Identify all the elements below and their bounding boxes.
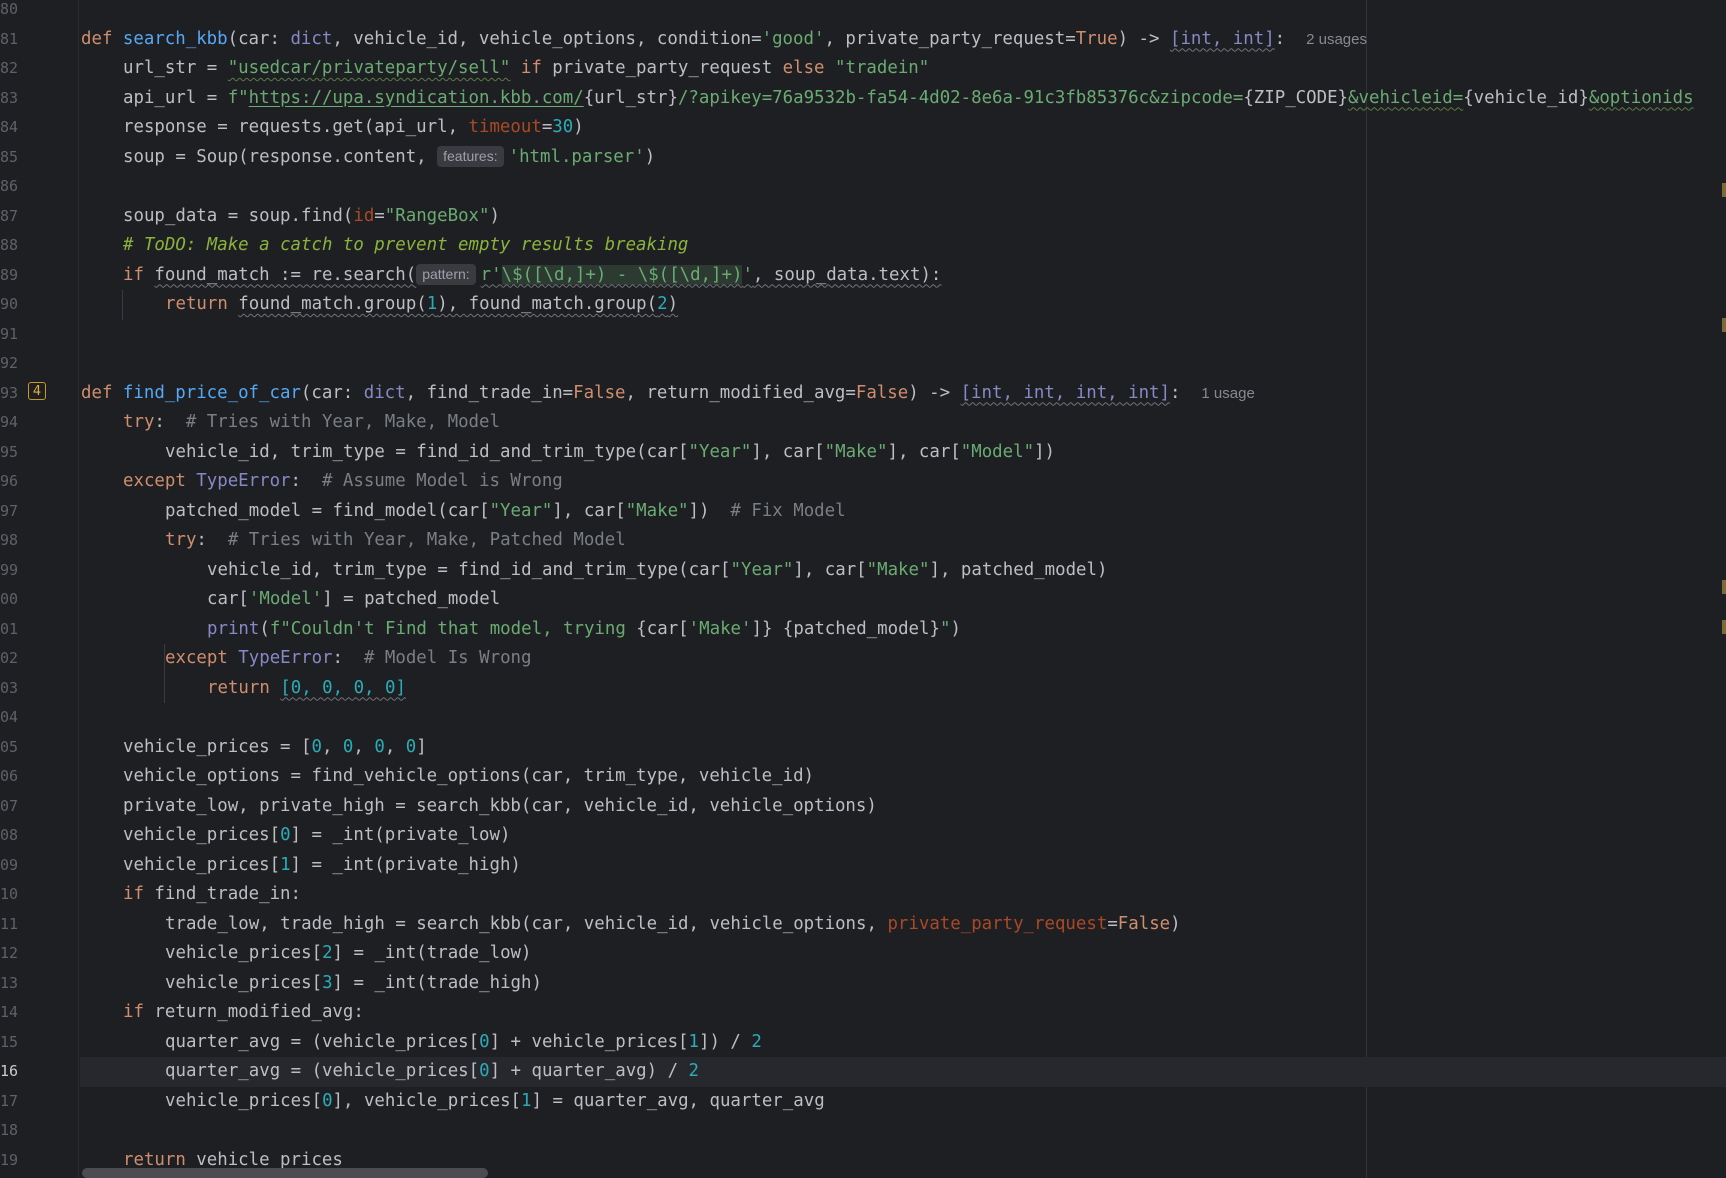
error-stripe-marker[interactable] [1722, 580, 1726, 594]
api-url-link[interactable]: https://upa.syndication.kbb.com/ [249, 88, 584, 108]
code-line[interactable]: patched_model = find_model(car["Year"], … [165, 497, 846, 527]
code-line[interactable]: if return_modified_avg: [123, 998, 364, 1028]
line-number: 88 [0, 236, 19, 254]
line-number: 03 [0, 678, 19, 697]
horizontal-scrollbar-thumb[interactable] [82, 1168, 488, 1178]
code-line[interactable]: trade_low, trade_high = search_kbb(car, … [165, 910, 1181, 940]
code-line[interactable]: response = requests.get(api_url, timeout… [123, 113, 584, 143]
line-number: 18 [0, 1121, 19, 1139]
line-number: 91 [0, 324, 19, 343]
line-number: 12 [0, 944, 19, 962]
code-line[interactable]: vehicle_id, trim_type = find_id_and_trim… [165, 438, 1055, 468]
usages-hint[interactable]: 2 usages [1306, 31, 1367, 48]
line-number: 96 [0, 472, 19, 490]
parameter-hint: features: [437, 145, 504, 167]
code-line[interactable]: car['Model'] = patched_model [207, 585, 500, 615]
line-number: 82 [0, 59, 19, 77]
line-number: 95 [0, 442, 19, 461]
todo-comment: ToDO: Make a catch to prevent empty resu… [143, 235, 689, 255]
code-line[interactable]: try: # Tries with Year, Make, Patched Mo… [165, 526, 626, 556]
function-name[interactable]: find_price_of_car [123, 383, 301, 403]
line-number: 01 [0, 619, 19, 638]
code-line[interactable]: vehicle_options = find_vehicle_options(c… [123, 762, 814, 792]
code-line[interactable]: vehicle_prices[1] = _int(private_high) [123, 851, 521, 881]
line-number: 19 [0, 1150, 19, 1169]
code-line[interactable]: return found_match.group(1), found_match… [165, 290, 678, 320]
line-number: 08 [0, 826, 19, 844]
code-line-current[interactable]: quarter_avg = (vehicle_prices[0] + quart… [165, 1057, 699, 1087]
line-number: 06 [0, 767, 19, 785]
code-line[interactable]: except TypeError: # Model Is Wrong [165, 644, 531, 674]
line-number: 80 [0, 0, 19, 18]
line-number: 94 [0, 413, 19, 431]
code-editor[interactable]: 80 81 82 83 84 85 86 87 88 89 90 91 92 9… [0, 0, 1726, 1178]
error-stripe-marker[interactable] [1722, 318, 1726, 332]
code-line[interactable]: def search_kbb(car: dict, vehicle_id, ve… [81, 25, 1367, 55]
line-number: 84 [0, 118, 19, 136]
line-number: 99 [0, 560, 19, 579]
warning-badge-icon[interactable]: 4 [28, 382, 46, 400]
line-number: 17 [0, 1091, 19, 1110]
line-number: 00 [0, 590, 19, 608]
code-line[interactable]: vehicle_prices = [0, 0, 0, 0] [123, 733, 427, 763]
line-number: 05 [0, 737, 19, 756]
code-line[interactable]: soup = Soup(response.content, features: '… [123, 143, 655, 173]
warning-badge-count: 4 [32, 384, 42, 399]
code-line[interactable]: vehicle_prices[3] = _int(trade_high) [165, 969, 542, 999]
usages-hint[interactable]: 1 usage [1201, 385, 1254, 402]
error-stripe-marker[interactable] [1722, 620, 1726, 634]
code-line[interactable]: vehicle_prices[2] = _int(trade_low) [165, 939, 531, 969]
line-number-current: 16 [0, 1062, 19, 1080]
code-line[interactable]: private_low, private_high = search_kbb(c… [123, 792, 877, 822]
line-number: 11 [0, 914, 19, 933]
line-number: 98 [0, 531, 19, 549]
parameter-hint: pattern: [416, 263, 476, 285]
code-line[interactable]: soup_data = soup.find(id="RangeBox") [123, 202, 500, 232]
code-line[interactable]: vehicle_prices[0] = _int(private_low) [123, 821, 510, 851]
line-number: 09 [0, 855, 19, 874]
line-number-gutter[interactable]: 80 81 82 83 84 85 86 87 88 89 90 91 92 9… [0, 0, 79, 1178]
function-name[interactable]: search_kbb [123, 29, 228, 49]
code-line[interactable]: except TypeError: # Assume Model is Wron… [123, 467, 563, 497]
line-number: 15 [0, 1032, 19, 1051]
line-number: 81 [0, 29, 19, 48]
line-number: 92 [0, 354, 19, 372]
line-number: 97 [0, 501, 19, 520]
code-line[interactable]: print(f"Couldn't Find that model, trying… [207, 615, 961, 645]
code-line[interactable]: vehicle_id, trim_type = find_id_and_trim… [207, 556, 1107, 586]
line-number: 04 [0, 708, 19, 726]
line-number: 07 [0, 796, 19, 815]
code-line[interactable]: vehicle_prices[0], vehicle_prices[1] = q… [165, 1087, 825, 1117]
line-number: 85 [0, 147, 19, 166]
code-line[interactable]: try: # Tries with Year, Make, Model [123, 408, 500, 438]
code-line[interactable]: def find_price_of_car(car: dict, find_tr… [81, 379, 1255, 409]
line-number: 90 [0, 295, 19, 313]
code-line[interactable]: # ToDO: Make a catch to prevent empty re… [123, 231, 688, 261]
code-line[interactable]: if found_match := re.search(features:pat… [123, 261, 941, 291]
line-number: 87 [0, 206, 19, 225]
code-line[interactable]: url_str = "usedcar/privateparty/sell" if… [123, 54, 929, 84]
line-number: 83 [0, 88, 19, 107]
line-number: 02 [0, 649, 19, 667]
line-number: 86 [0, 177, 19, 195]
code-line[interactable]: return [0, 0, 0, 0] [207, 674, 406, 704]
code-area[interactable]: def search_kbb(car: dict, vehicle_id, ve… [80, 0, 1726, 1178]
code-line[interactable]: if find_trade_in: [123, 880, 301, 910]
error-stripe-marker[interactable] [1722, 183, 1726, 197]
line-number: 13 [0, 973, 19, 992]
indent-guide [122, 290, 123, 320]
regex-pattern: \$([\d,]+) - \$([\d,]+) [501, 264, 743, 285]
line-number: 89 [0, 265, 19, 284]
line-number: 14 [0, 1003, 19, 1021]
line-number: 10 [0, 885, 19, 903]
code-line[interactable]: api_url = f"https://upa.syndication.kbb.… [123, 84, 1694, 114]
code-line[interactable]: quarter_avg = (vehicle_prices[0] + vehic… [165, 1028, 762, 1058]
